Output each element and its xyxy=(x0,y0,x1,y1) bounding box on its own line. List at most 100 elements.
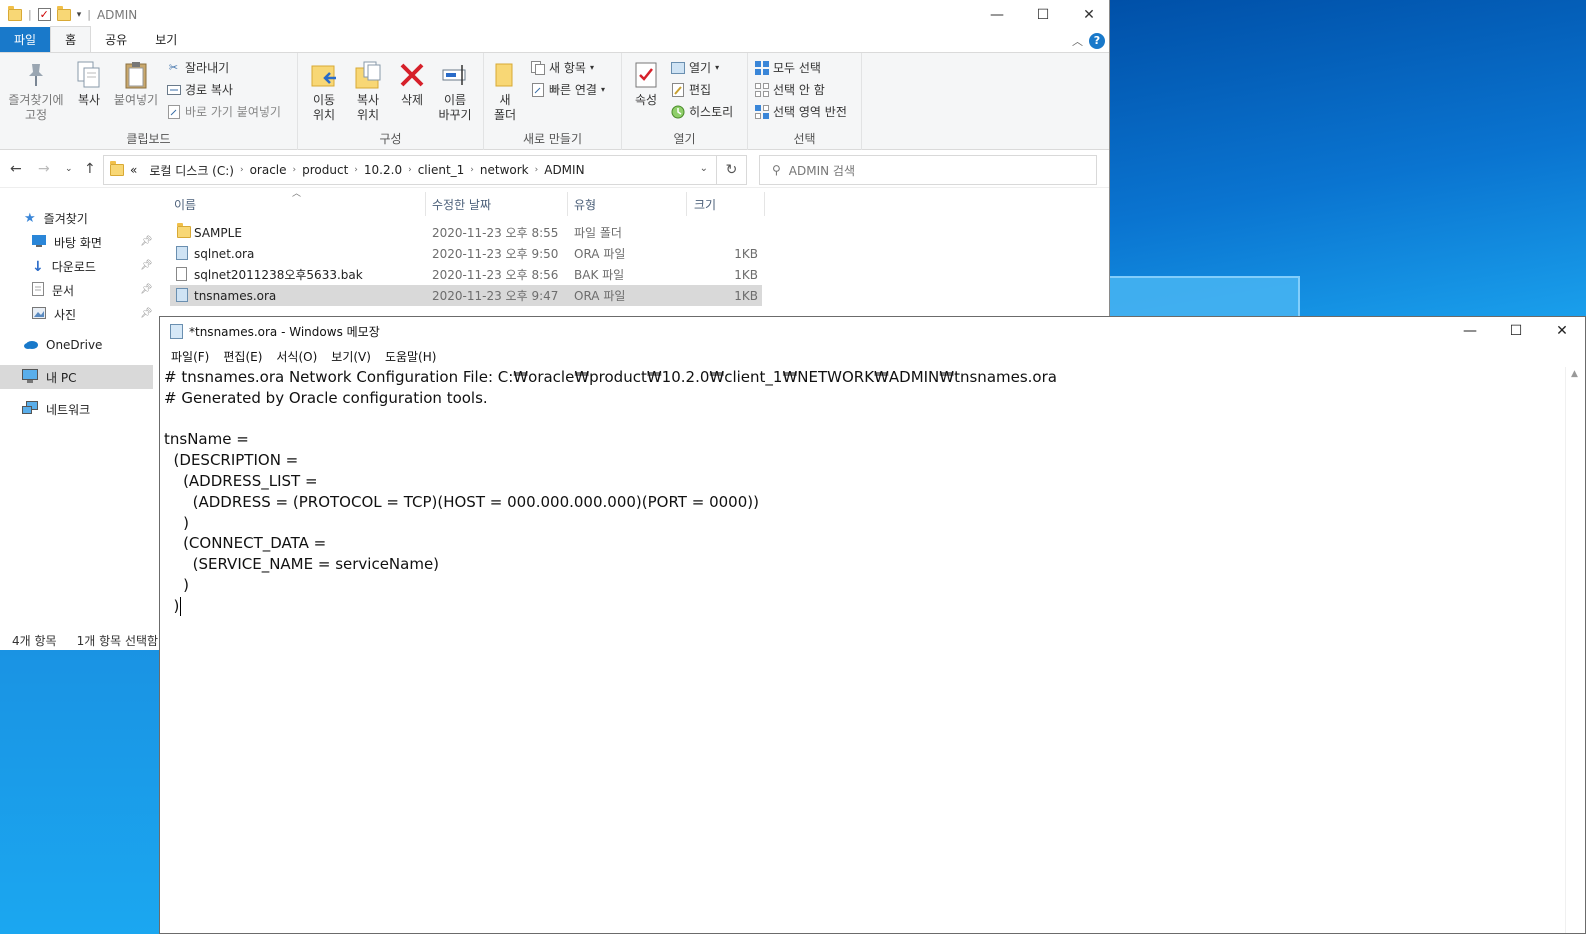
up-arrow-icon[interactable]: ↑ xyxy=(84,161,96,177)
vertical-scrollbar[interactable]: ▲ xyxy=(1565,367,1585,933)
select-none-button[interactable]: 선택 안 함 xyxy=(754,81,825,98)
edit-button[interactable]: 편집 xyxy=(670,81,711,98)
pin-icon[interactable]: 📌︎ xyxy=(140,308,153,319)
star-icon: ★ xyxy=(24,211,36,226)
network-icon xyxy=(22,401,38,418)
rename-button[interactable]: 이름 바꾸기 xyxy=(434,59,476,123)
copy-path-icon xyxy=(166,83,181,97)
close-icon[interactable]: ✕ xyxy=(1539,317,1585,345)
minimize-icon[interactable]: — xyxy=(974,0,1020,29)
select-group: 모두 선택 선택 안 함 선택 영역 반전 선택 xyxy=(748,53,862,150)
menu-help[interactable]: 도움말(H) xyxy=(378,348,444,365)
nav-item-this-pc[interactable]: 내 PC xyxy=(0,365,153,389)
file-row[interactable]: sqlnet2011238오후5633.bak 2020-11-23 오후 8:… xyxy=(170,264,762,285)
breadcrumb-item[interactable]: oracle xyxy=(244,163,293,177)
delete-button[interactable]: 삭제 xyxy=(394,59,430,108)
search-input[interactable]: ⚲ ADMIN 검색 xyxy=(759,155,1097,185)
refresh-icon[interactable]: ↻ xyxy=(717,155,747,185)
maximize-icon[interactable]: ☐ xyxy=(1493,317,1539,345)
copy-path-button[interactable]: 경로 복사 xyxy=(166,81,233,98)
properties-button[interactable]: 속성 xyxy=(628,59,664,108)
paste-button[interactable]: 붙여넣기 xyxy=(110,59,162,108)
history-icon xyxy=(670,105,685,119)
breadcrumb-item[interactable]: client_1 xyxy=(412,163,471,177)
back-arrow-icon[interactable]: ← xyxy=(10,161,22,177)
desktop-background-lower xyxy=(0,650,160,934)
item-count: 4개 항목 xyxy=(12,633,57,648)
copy-to-button[interactable]: 복사 위치 xyxy=(348,59,388,123)
pin-icon[interactable]: 📌︎ xyxy=(140,260,153,271)
nav-item-desktop[interactable]: 바탕 화면 xyxy=(32,234,102,251)
open-group-label: 열기 xyxy=(673,132,696,146)
column-header-name[interactable]: 이름 xyxy=(174,196,196,213)
status-bar: 4개 항목 1개 항목 선택함 xyxy=(0,630,160,650)
close-icon[interactable]: ✕ xyxy=(1066,0,1112,29)
navigation-pane: ★ 즐겨찾기 바탕 화면 📌︎ ↓ 다운로드 📌︎ 문서 📌︎ 사진 📌︎ On… xyxy=(0,190,160,620)
invert-selection-button[interactable]: 선택 영역 반전 xyxy=(754,103,847,120)
cut-button[interactable]: ✂ 잘라내기 xyxy=(166,59,229,76)
paste-shortcut-button[interactable]: 바로 가기 붙여넣기 xyxy=(166,103,281,120)
menu-view[interactable]: 보기(V) xyxy=(324,348,378,365)
select-all-button[interactable]: 모두 선택 xyxy=(754,59,821,76)
help-icon[interactable]: ? xyxy=(1089,33,1105,49)
address-bar[interactable]: « 로컬 디스크 (C:) › oracle › product › 10.2.… xyxy=(103,155,717,185)
breadcrumb-item[interactable]: 로컬 디스크 (C:) xyxy=(143,162,240,179)
history-button[interactable]: 히스토리 xyxy=(670,103,733,120)
collapse-ribbon-icon[interactable]: ︿ xyxy=(1072,33,1083,49)
dropdown-icon: ▾ xyxy=(715,63,720,72)
nav-item-network[interactable]: 네트워크 xyxy=(22,401,90,418)
text-caret xyxy=(180,596,182,616)
nav-item-onedrive[interactable]: OneDrive xyxy=(24,338,102,352)
nav-item-documents[interactable]: 문서 xyxy=(32,282,74,299)
dropdown-icon: ▾ xyxy=(589,63,594,72)
new-folder-quick-icon[interactable] xyxy=(56,5,71,21)
select-all-icon xyxy=(754,60,769,75)
explorer-titlebar: | ✓ ▾ | ADMIN — ☐ ✕ xyxy=(0,0,1109,29)
nav-item-pictures[interactable]: 사진 xyxy=(32,306,76,323)
tab-file[interactable]: 파일 xyxy=(0,27,51,52)
new-folder-button[interactable]: 새 폴더 xyxy=(490,59,520,123)
nav-item-downloads[interactable]: ↓ 다운로드 xyxy=(32,258,96,275)
column-header-type[interactable]: 유형 xyxy=(574,196,596,213)
breadcrumb-item[interactable]: ADMIN xyxy=(538,163,590,177)
maximize-icon[interactable]: ☐ xyxy=(1020,0,1066,29)
menu-format[interactable]: 서식(O) xyxy=(269,348,324,365)
minimize-icon[interactable]: — xyxy=(1447,317,1493,345)
breadcrumb-item[interactable]: network xyxy=(474,163,535,177)
breadcrumb-overflow[interactable]: « xyxy=(130,163,143,177)
file-row-selected[interactable]: tnsnames.ora 2020-11-23 오후 9:47 ORA 파일 1… xyxy=(170,285,762,306)
notepad-text-area[interactable]: # tnsnames.ora Network Configuration Fil… xyxy=(160,367,1565,933)
copy-to-icon xyxy=(353,59,383,91)
new-item-button[interactable]: 새 항목 ▾ xyxy=(530,59,594,76)
breadcrumb-item[interactable]: product xyxy=(296,163,354,177)
move-to-button[interactable]: 이동 위치 xyxy=(304,59,344,123)
tab-share[interactable]: 공유 xyxy=(91,27,141,52)
search-placeholder: ADMIN 검색 xyxy=(788,163,856,178)
pictures-icon xyxy=(32,307,46,322)
properties-quick-icon[interactable]: ✓ xyxy=(37,8,51,21)
menu-file[interactable]: 파일(F) xyxy=(164,348,216,365)
scroll-up-icon[interactable]: ▲ xyxy=(1571,369,1578,379)
file-row[interactable]: sqlnet.ora 2020-11-23 오후 9:50 ORA 파일 1KB xyxy=(170,243,762,264)
customize-toolbar-dropdown-icon[interactable]: ▾ xyxy=(77,10,82,20)
pin-to-quick-access-button[interactable]: 즐겨찾기에 고정 xyxy=(4,59,68,123)
menu-edit[interactable]: 편집(E) xyxy=(216,348,269,365)
file-row[interactable]: SAMPLE 2020-11-23 오후 8:55 파일 폴더 xyxy=(170,222,762,243)
recent-locations-icon[interactable]: ⌄ xyxy=(65,164,73,174)
column-header-size[interactable]: 크기 xyxy=(694,196,716,213)
selected-count: 1개 항목 선택함 xyxy=(76,633,159,648)
open-icon xyxy=(670,61,685,75)
breadcrumb-item[interactable]: 10.2.0 xyxy=(358,163,408,177)
open-button[interactable]: 열기 ▾ xyxy=(670,59,719,76)
tab-home[interactable]: 홈 xyxy=(50,26,92,52)
nav-item-favorites[interactable]: ★ 즐겨찾기 xyxy=(24,210,88,227)
tab-view[interactable]: 보기 xyxy=(141,27,191,52)
forward-arrow-icon[interactable]: → xyxy=(38,161,50,177)
easy-access-button[interactable]: 빠른 연결 ▾ xyxy=(530,81,605,98)
pin-icon[interactable]: 📌︎ xyxy=(140,236,153,247)
copy-button[interactable]: 복사 xyxy=(72,59,106,108)
pin-icon[interactable]: 📌︎ xyxy=(140,284,153,295)
edit-icon xyxy=(670,82,685,97)
chevron-down-icon[interactable]: ⌄ xyxy=(700,163,708,174)
column-header-date[interactable]: 수정한 날짜 xyxy=(432,196,491,213)
